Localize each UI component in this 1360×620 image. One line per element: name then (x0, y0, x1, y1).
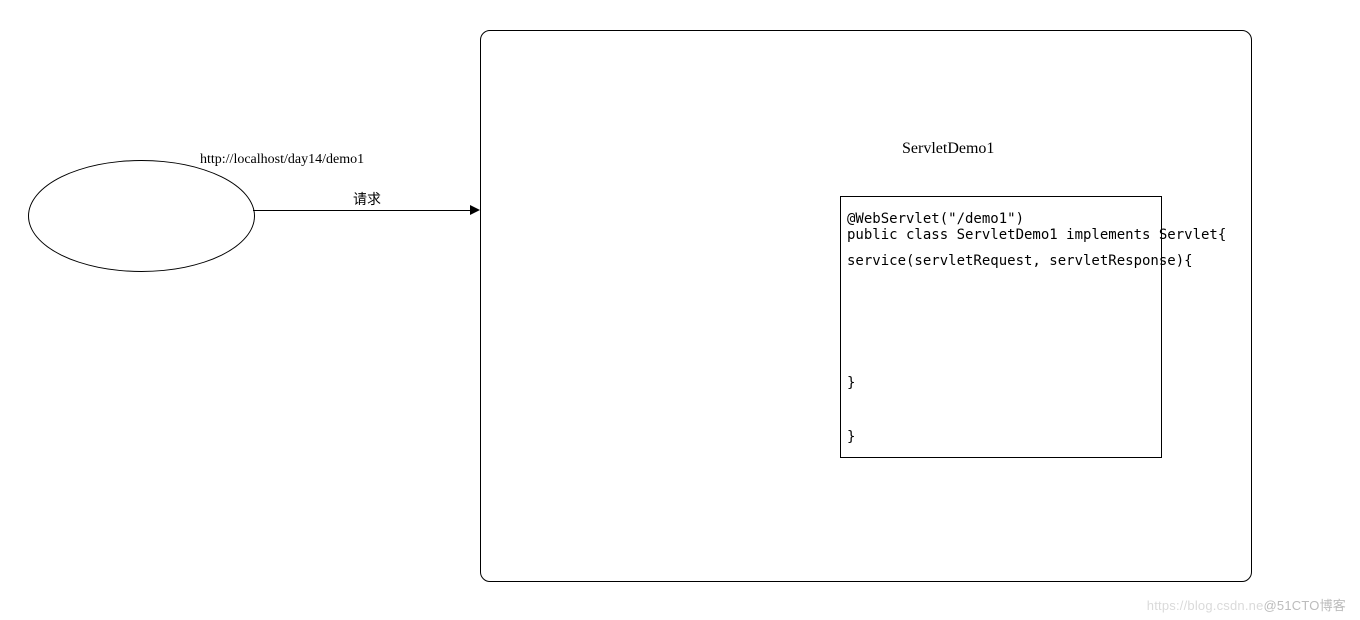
code-line-1: @WebServlet("/demo1") (847, 211, 1024, 227)
request-label: 请求 (353, 189, 381, 209)
diagram-stage: http://localhost/day14/demo1 请求 ServletD… (0, 0, 1360, 620)
client-ellipse (28, 160, 255, 272)
watermark-url-part: https://blog.csdn.ne (1147, 598, 1264, 613)
code-line-2: public class ServletDemo1 implements Ser… (847, 227, 1226, 243)
code-line-4: } (847, 375, 855, 391)
request-arrow-line (253, 210, 470, 211)
request-url-label: http://localhost/day14/demo1 (200, 152, 364, 168)
request-arrow-head-icon (470, 205, 480, 215)
watermark: https://blog.csdn.ne@51CTO博客 (1147, 595, 1346, 614)
servlet-title: ServletDemo1 (902, 140, 994, 158)
code-box: @WebServlet("/demo1") public class Servl… (840, 196, 1162, 458)
watermark-main: @51CTO博客 (1264, 598, 1346, 613)
code-line-3: service(servletRequest, servletResponse)… (847, 253, 1193, 269)
code-line-5: } (847, 429, 855, 445)
